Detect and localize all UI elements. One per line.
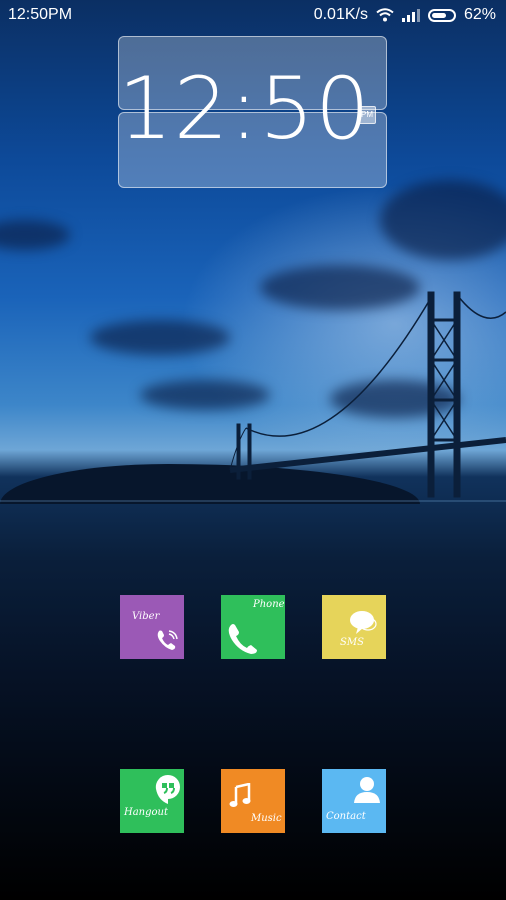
contact-icon (352, 775, 382, 808)
hangout-tile[interactable]: Hangout (120, 769, 184, 833)
ampm-indicator: PM (358, 106, 376, 124)
phone-label: Phone (253, 599, 285, 610)
hangout-label: Hangout (124, 807, 169, 818)
network-speed: 0.01K/s (313, 6, 368, 23)
signal-icon (401, 8, 420, 22)
phone-tile[interactable]: Phone (221, 595, 285, 659)
clock-widget[interactable]: 12:50 PM (118, 36, 387, 188)
sms-label: SMS (340, 637, 364, 648)
viber-icon (154, 627, 180, 658)
clock-time: 12:50 (118, 59, 371, 159)
wifi-icon (376, 8, 394, 22)
viber-label: Viber (132, 611, 160, 622)
contact-tile[interactable]: Contact (322, 769, 386, 833)
hangouts-icon (154, 773, 182, 810)
battery-icon (427, 8, 456, 22)
status-time: 12:50PM (8, 6, 73, 23)
battery-percentage: 62% (463, 6, 496, 23)
music-tile[interactable]: Music (221, 769, 285, 833)
music-icon (229, 782, 251, 814)
music-label: Music (251, 813, 282, 824)
viber-tile[interactable]: Viber (120, 595, 184, 659)
status-bar: 12:50PM 0.01K/s 62% (0, 0, 506, 30)
phone-icon (225, 621, 261, 662)
contact-label: Contact (326, 811, 366, 822)
sms-tile[interactable]: SMS (322, 595, 386, 659)
